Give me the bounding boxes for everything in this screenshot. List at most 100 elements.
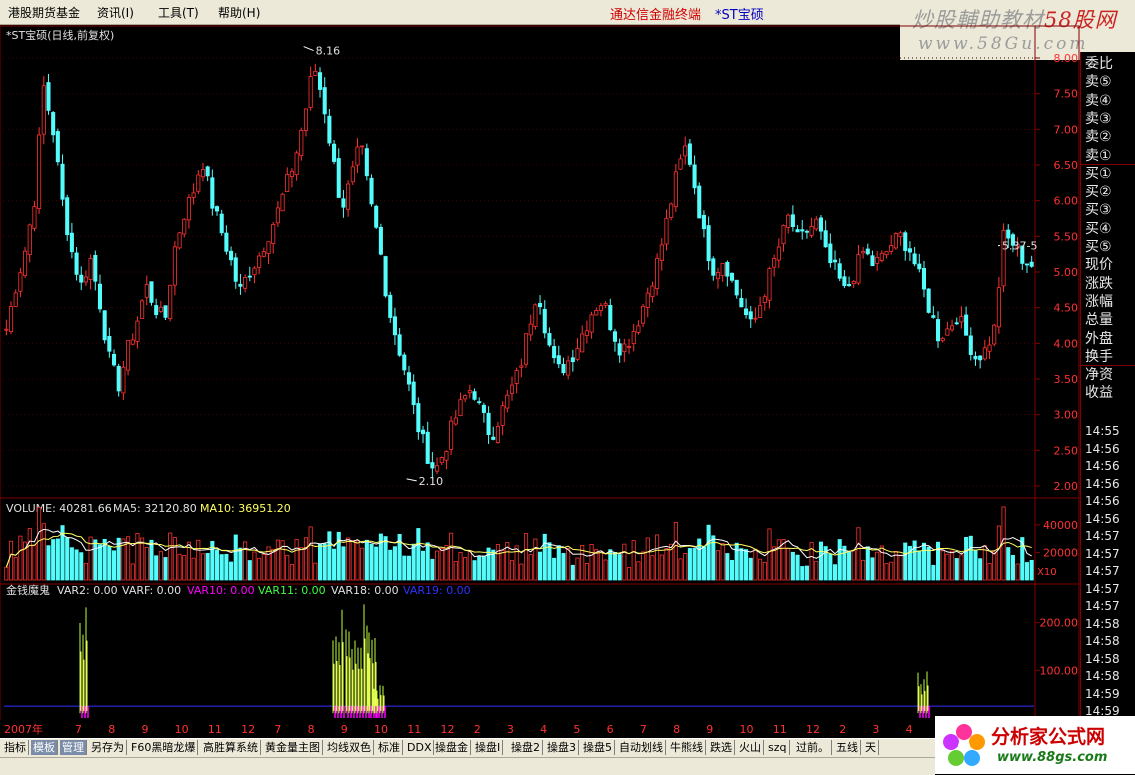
indicator-tick-label: 200.00 bbox=[1040, 617, 1079, 630]
volume-bar bbox=[912, 540, 917, 581]
candle-body bbox=[795, 229, 800, 233]
candle-body bbox=[322, 87, 327, 115]
candle-body bbox=[378, 226, 383, 255]
candle-body bbox=[350, 166, 355, 183]
candle-body bbox=[233, 257, 238, 282]
indicator-tab[interactable]: 五线 bbox=[834, 740, 861, 755]
quote-label: 买③ bbox=[1085, 202, 1112, 219]
candle-body bbox=[570, 357, 575, 363]
indicator-tab[interactable]: 操盘3 bbox=[545, 740, 579, 755]
volume-bar bbox=[168, 532, 173, 581]
candle-body bbox=[748, 311, 753, 320]
candle-body bbox=[964, 314, 969, 336]
trade-time-label: 14:57 bbox=[1085, 581, 1120, 596]
volume-bar bbox=[921, 542, 927, 581]
volume-multiplier-label: X10 bbox=[1037, 567, 1057, 578]
indicator-tab[interactable]: 跌选 bbox=[708, 740, 735, 755]
kline-chart[interactable]: *ST宝硕(日线,前复权) 8.00 7.50 7.00 6.50 6.00 5.50 5.0… bbox=[0, 24, 1135, 738]
indicator-tab[interactable]: DDX bbox=[405, 740, 435, 755]
candle-body bbox=[837, 263, 842, 279]
indicator-tab[interactable]: 操盘5 bbox=[581, 740, 615, 755]
candle-body bbox=[641, 305, 646, 324]
volume-bar bbox=[837, 539, 842, 581]
volume-bar bbox=[467, 551, 472, 581]
candle-body bbox=[130, 339, 135, 345]
volume-bar bbox=[940, 550, 945, 581]
status-bar bbox=[0, 757, 935, 775]
candle-body bbox=[828, 243, 833, 264]
menu-item-hk-futures[interactable]: 港股期货基金 bbox=[8, 4, 80, 21]
volume-bar bbox=[748, 557, 753, 581]
candle-body bbox=[121, 366, 126, 394]
indicator-tab[interactable]: szq bbox=[766, 740, 790, 755]
volume-bar bbox=[818, 541, 824, 581]
indicator-tab[interactable]: 操盘金 bbox=[433, 740, 471, 755]
candle-body bbox=[832, 259, 838, 263]
candle-body bbox=[940, 337, 945, 342]
menu-item-info[interactable]: 资讯(I) bbox=[97, 4, 134, 21]
candle-body bbox=[851, 281, 856, 285]
candle-body bbox=[683, 145, 688, 157]
indicator-tab[interactable]: 过前。 bbox=[794, 740, 832, 755]
volume-bar bbox=[608, 549, 613, 581]
candle-body bbox=[884, 251, 889, 256]
price-tick-label: 3.50 bbox=[1054, 373, 1079, 386]
volume-bar bbox=[781, 539, 786, 581]
candle-body bbox=[720, 262, 725, 277]
date-axis-label: 9 bbox=[141, 723, 148, 736]
candle-body bbox=[842, 276, 847, 286]
volume-bar bbox=[762, 561, 767, 581]
indicator-tab[interactable]: 自动划线 bbox=[617, 740, 666, 755]
candle-body bbox=[547, 333, 552, 346]
indicator-tab[interactable]: 标准 bbox=[376, 740, 403, 755]
menu-item-help[interactable]: 帮助(H) bbox=[218, 4, 260, 21]
indicator-tab[interactable]: 操盘2 bbox=[509, 740, 543, 755]
indicator-tab[interactable]: 指标 bbox=[2, 740, 29, 755]
indicator-tab[interactable]: 另存为 bbox=[89, 740, 127, 755]
volume-bar bbox=[1024, 562, 1030, 581]
quote-label: 买② bbox=[1085, 184, 1112, 201]
indicator-tab[interactable]: 火山 bbox=[737, 740, 764, 755]
indicator-tab[interactable]: 操盘I bbox=[473, 740, 504, 755]
indicator-tab[interactable]: 均线双色 bbox=[325, 740, 374, 755]
candle-body bbox=[711, 258, 716, 276]
volume-bar bbox=[275, 539, 280, 581]
indicator-tab[interactable]: 天 bbox=[863, 740, 879, 755]
date-axis-label: 8 bbox=[108, 723, 115, 736]
volume-bar bbox=[706, 524, 711, 581]
candle-body bbox=[196, 174, 201, 192]
candle-body bbox=[945, 328, 950, 336]
price-tick-label: 6.50 bbox=[1054, 159, 1079, 172]
volume-bar bbox=[542, 533, 547, 581]
indicator-tab[interactable]: 高胜算系统 bbox=[201, 740, 261, 755]
trade-time-label: 14:57 bbox=[1085, 599, 1120, 613]
indicator-tab[interactable]: 牛熊线 bbox=[668, 740, 706, 755]
volume-bar bbox=[317, 543, 323, 581]
candle-body bbox=[88, 258, 93, 280]
candle-body bbox=[753, 317, 758, 320]
volume-bar bbox=[889, 561, 894, 581]
volume-bar bbox=[950, 550, 955, 581]
volume-bar bbox=[645, 537, 650, 581]
candle-body bbox=[144, 284, 149, 298]
candle-body bbox=[271, 224, 276, 244]
candle-body bbox=[898, 232, 903, 238]
candle-body bbox=[968, 335, 973, 355]
candle-body bbox=[917, 263, 922, 270]
candle-body bbox=[973, 355, 978, 360]
indicator-tab[interactable]: 模板 bbox=[31, 740, 58, 755]
volume-bar bbox=[500, 549, 505, 581]
candle-body bbox=[762, 296, 767, 303]
candle-body bbox=[444, 451, 449, 461]
menu-item-tools[interactable]: 工具(T) bbox=[158, 4, 199, 21]
volume-bar bbox=[636, 561, 641, 581]
indicator-tab[interactable]: F60黑暗龙爆 bbox=[129, 740, 199, 755]
indicator-tab[interactable]: 管理 bbox=[60, 740, 87, 755]
volume-bar bbox=[1015, 563, 1020, 581]
indicator-tab[interactable]: 黄金量主图 bbox=[263, 740, 323, 755]
candle-body bbox=[55, 131, 60, 163]
candle-body bbox=[83, 276, 88, 283]
volume-bar bbox=[612, 551, 618, 581]
candle-body bbox=[388, 294, 393, 318]
candle-body bbox=[313, 70, 318, 76]
